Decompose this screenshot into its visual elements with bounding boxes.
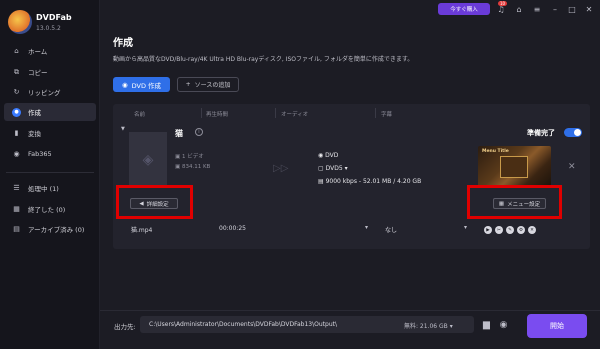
column-separator [275, 108, 276, 118]
page-title: 作成 [113, 38, 133, 49]
video-thumbnail: ◈ [129, 132, 167, 188]
column-header-audio: オーディオ [281, 112, 309, 118]
sidebar-item-convert[interactable]: ▮ 変換 [4, 124, 96, 142]
highlight-box-advanced [116, 185, 193, 219]
duration: 00:00:25 [219, 225, 246, 232]
sidebar-item-label: ホーム [28, 48, 48, 56]
delete-icon[interactable]: ✕ [528, 226, 536, 234]
info-icon[interactable]: i [195, 128, 203, 136]
highlight-box-menu [467, 185, 562, 219]
ready-toggle[interactable] [564, 128, 582, 137]
dvd-create-label: DVD 作成 [131, 81, 162, 90]
sidebar-item-home[interactable]: ⌂ ホーム [4, 42, 96, 60]
subtitle-value: なし [385, 227, 398, 234]
subtitle-dropdown-chevron-icon[interactable]: ▾ [464, 224, 467, 231]
iso-icon[interactable]: ◉ [498, 319, 509, 330]
column-separator [375, 108, 376, 118]
page-subtitle: 動画から高品質なDVD/Blu-ray/4K Ultra HD Blu-rayデ… [113, 56, 414, 63]
close-window-icon[interactable]: ✕ [584, 4, 594, 14]
column-header-name: 名前 [134, 112, 146, 118]
sidebar-item-label: コピー [28, 69, 48, 77]
top-bar: 今すぐ購入 ♫ 10 ⌂ ≡ – □ ✕ [100, 0, 600, 18]
source-type: ▣ 1 ビデオ [175, 154, 204, 160]
sidebar-divider [6, 172, 94, 173]
sidebar-item-creator[interactable]: ● 作成 [4, 103, 96, 121]
film-icon: ◈ [142, 152, 154, 168]
buy-now-label: 今すぐ購入 [450, 7, 478, 13]
sidebar-item-ripper[interactable]: ↻ リッピング [4, 83, 96, 101]
edit-icon[interactable]: ✎ [506, 226, 514, 234]
sidebar-item-label: 作成 [28, 109, 41, 117]
ripper-icon: ↻ [13, 88, 20, 96]
gift-icon[interactable]: ⌂ [514, 4, 524, 14]
output-format: ◉ DVD [318, 152, 339, 159]
sidebar-item-copy[interactable]: ⧉ コピー [4, 63, 96, 81]
folder-icon[interactable]: ▆ [481, 319, 492, 330]
chevron-down-icon: ▾ [449, 323, 453, 330]
menu-frame [500, 156, 528, 178]
fab365-icon: ◉ [13, 150, 20, 158]
source-size: ▣ 834.11 KB [175, 164, 211, 170]
home-icon: ⌂ [14, 47, 19, 55]
buy-now-button[interactable]: 今すぐ購入 [438, 3, 490, 15]
chevron-down-icon: ▾ [344, 165, 348, 172]
status-ready: 準備完了 [527, 129, 555, 137]
sidebar-item-label: 変換 [28, 130, 41, 138]
add-source-label: ソースの追加 [194, 82, 231, 89]
notification-badge: 10 [498, 1, 508, 6]
sidebar-item-label: 処理中 (1) [28, 185, 59, 193]
convert-icon: ▮ [14, 129, 19, 137]
sidebar-item-finished[interactable]: ▦ 終了した (0) [4, 200, 96, 218]
disc-type-dropdown[interactable]: ▢ DVD5 ▾ [318, 165, 348, 172]
column-separator [201, 108, 202, 118]
start-button[interactable]: 開始 [527, 314, 587, 338]
bitrate-info: ▤ 9000 kbps - 52.01 MB / 4.20 GB [318, 178, 422, 185]
archive-icon: ▤ [13, 225, 20, 233]
sidebar-item-label: リッピング [28, 89, 61, 97]
start-label: 開始 [550, 322, 564, 330]
plus-icon: + [185, 81, 191, 88]
column-header-subtitle: 字幕 [381, 112, 393, 118]
play-icon[interactable]: ▶ [484, 226, 492, 234]
file-name: 猫.mp4 [131, 227, 153, 234]
maximize-icon[interactable]: □ [567, 4, 577, 14]
sidebar-item-label: Fab365 [28, 150, 52, 158]
app-version: 13.0.5.2 [36, 25, 61, 32]
free-space: 無料: 21.06 GB ▾ [404, 323, 453, 330]
collapse-icon[interactable]: ▼ [121, 126, 125, 132]
menu-thumbnail[interactable]: Menu Title [478, 146, 551, 188]
minimize-icon[interactable]: – [550, 4, 560, 14]
copy-icon: ⧉ [14, 67, 19, 76]
sidebar-item-fab365[interactable]: ◉ Fab365 [4, 145, 96, 163]
column-header-duration: 再生時間 [206, 112, 229, 118]
list-icon: ☰ [13, 184, 20, 192]
app-name: DVDFab [36, 13, 72, 22]
sidebar-item-archived[interactable]: ▤ アーカイブ済み (0) [4, 220, 96, 238]
disc-icon: ◉ [121, 80, 128, 89]
add-source-button[interactable]: + ソースの追加 [177, 77, 239, 92]
sidebar-item-label: 終了した (0) [28, 206, 66, 214]
crop-icon[interactable]: ✂ [495, 226, 503, 234]
output-label: 出力先: [114, 323, 136, 331]
sidebar: DVDFab 13.0.5.2 ⌂ ホーム ⧉ コピー ↻ リッピング ● 作成 ▮ 変換… [0, 0, 100, 349]
convert-arrow-icon: ▷▷ [273, 163, 289, 174]
dvdfab-logo [8, 10, 32, 34]
dvd-create-button[interactable]: ◉ DVD 作成 [113, 77, 170, 92]
sidebar-item-processing[interactable]: ☰ 処理中 (1) [4, 179, 96, 197]
remove-item-icon[interactable]: ✕ [568, 162, 576, 172]
settings-icon[interactable]: ⚙ [517, 226, 525, 234]
sidebar-item-label: アーカイブ済み (0) [28, 226, 85, 234]
menu-thumbnail-title: Menu Title [482, 149, 509, 154]
creator-icon: ● [12, 107, 21, 117]
title-name[interactable]: 猫 [175, 128, 183, 139]
calendar-icon: ▦ [13, 205, 20, 213]
audio-dropdown-chevron-icon[interactable]: ▾ [365, 224, 368, 231]
menu-icon[interactable]: ≡ [532, 4, 542, 14]
